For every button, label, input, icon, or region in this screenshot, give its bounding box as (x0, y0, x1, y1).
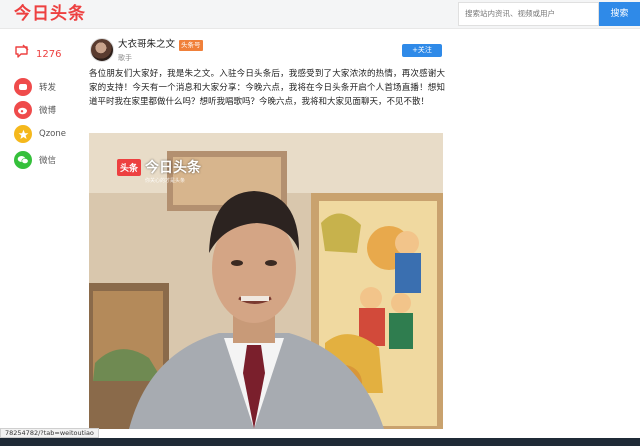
repost-icon (14, 78, 32, 96)
watermark-title: 今日头条 (145, 160, 202, 176)
toutiao-account-badge: 头条号 (179, 40, 203, 51)
post-photo (89, 133, 443, 429)
share-wechat-label: 微信 (39, 156, 57, 166)
qzone-icon (14, 125, 32, 143)
watermark-subtitle: 你关心的才是头条 (145, 178, 186, 184)
share-wechat[interactable]: 微信 (14, 151, 56, 169)
author-name[interactable]: 大衣哥朱之文 (118, 39, 175, 51)
share-repost[interactable]: 转发 (14, 78, 56, 96)
watermark-badge: 头条 (117, 158, 142, 176)
status-bar-url: 78254782/?tab=weitoutiao (0, 428, 99, 438)
post-text: 各位朋友们大家好，我是朱之文。入驻今日头条后，我感受到了大家浓浓的热情，再次感谢… (89, 69, 445, 107)
share-weibo[interactable]: 微博 (14, 101, 56, 119)
os-taskbar (0, 438, 640, 446)
comment-icon (14, 44, 30, 64)
search-input[interactable]: 搜索站内资讯、视频或用户 (458, 2, 599, 26)
comment-count-link[interactable]: 1276 (14, 44, 62, 64)
comment-count: 1276 (36, 48, 62, 60)
author-role: 歌手 (118, 54, 132, 62)
weibo-icon (14, 101, 32, 119)
author-avatar[interactable] (90, 38, 114, 62)
post-image[interactable]: 头条 今日头条 你关心的才是头条 (89, 133, 443, 429)
wechat-icon (14, 151, 32, 169)
image-watermark: 头条 今日头条 (117, 157, 201, 177)
follow-button[interactable]: +关注 (402, 44, 442, 57)
site-logo[interactable]: 今日头条 (14, 4, 86, 24)
share-weibo-label: 微博 (39, 106, 57, 116)
search-button[interactable]: 搜索 (599, 2, 640, 26)
share-qzone[interactable]: Qzone (14, 125, 66, 143)
top-header: 今日头条 搜索站内资讯、视频或用户 搜索 (0, 0, 640, 29)
share-repost-label: 转发 (39, 83, 57, 93)
share-qzone-label: Qzone (39, 129, 66, 139)
